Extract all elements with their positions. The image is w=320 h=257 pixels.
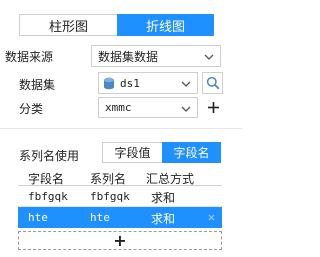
tab-line-chart-label: 折线图 bbox=[145, 19, 185, 35]
row-field-name: hte bbox=[28, 211, 48, 224]
header-field-name: 字段名 bbox=[28, 172, 65, 186]
category-label: 分类 bbox=[19, 102, 44, 116]
add-category-button[interactable] bbox=[204, 97, 222, 118]
dataset-select[interactable]: ds1 bbox=[98, 72, 198, 94]
dataset-value: ds1 bbox=[120, 76, 140, 90]
category-select[interactable]: xmmc bbox=[98, 97, 198, 118]
table-row[interactable]: hte hte 求和 bbox=[18, 207, 222, 228]
chevron-down-icon bbox=[181, 101, 191, 115]
header-series-name: 系列名 bbox=[90, 172, 127, 186]
chevron-down-icon bbox=[204, 49, 214, 63]
search-icon bbox=[206, 76, 220, 90]
series-option-field-value[interactable]: 字段值 bbox=[102, 142, 162, 163]
table-row[interactable]: fbfgqk fbfgqk 求和 bbox=[18, 187, 222, 207]
data-source-value: 数据集数据 bbox=[98, 49, 159, 64]
category-value: xmmc bbox=[105, 101, 132, 114]
dataset-search-button[interactable] bbox=[202, 72, 223, 94]
data-source-select[interactable]: 数据集数据 bbox=[91, 45, 221, 67]
tab-line-chart[interactable]: 折线图 bbox=[117, 14, 214, 36]
row-summary: 求和 bbox=[151, 191, 176, 205]
close-icon bbox=[208, 214, 215, 221]
row-series-name: hte bbox=[90, 211, 110, 224]
row-series-name: fbfgqk bbox=[90, 190, 130, 203]
series-option-field-name-label: 字段名 bbox=[173, 146, 210, 160]
series-option-field-value-label: 字段值 bbox=[114, 146, 151, 160]
row-summary: 求和 bbox=[151, 212, 176, 226]
table-header: 字段名 系列名 汇总方式 bbox=[18, 168, 222, 186]
tab-bar-chart-label: 柱形图 bbox=[48, 19, 88, 35]
add-row-label: + bbox=[113, 230, 127, 250]
add-row-button[interactable]: + bbox=[18, 231, 222, 250]
plus-icon bbox=[207, 101, 220, 114]
series-name-label: 系列名使用 bbox=[19, 149, 80, 163]
dataset-label: 数据集 bbox=[19, 78, 56, 92]
chevron-down-icon bbox=[181, 76, 191, 90]
tab-bar-chart[interactable]: 柱形图 bbox=[19, 14, 117, 36]
data-source-label: 数据来源 bbox=[5, 50, 54, 64]
database-icon bbox=[103, 77, 115, 90]
field-table: 字段名 系列名 汇总方式 fbfgqk fbfgqk 求和 hte hte 求和 bbox=[18, 168, 222, 230]
section-divider bbox=[0, 128, 242, 129]
header-summary: 汇总方式 bbox=[146, 172, 195, 186]
row-field-name: fbfgqk bbox=[28, 190, 68, 203]
series-option-field-name[interactable]: 字段名 bbox=[162, 142, 221, 163]
row-delete-button[interactable] bbox=[207, 213, 216, 222]
